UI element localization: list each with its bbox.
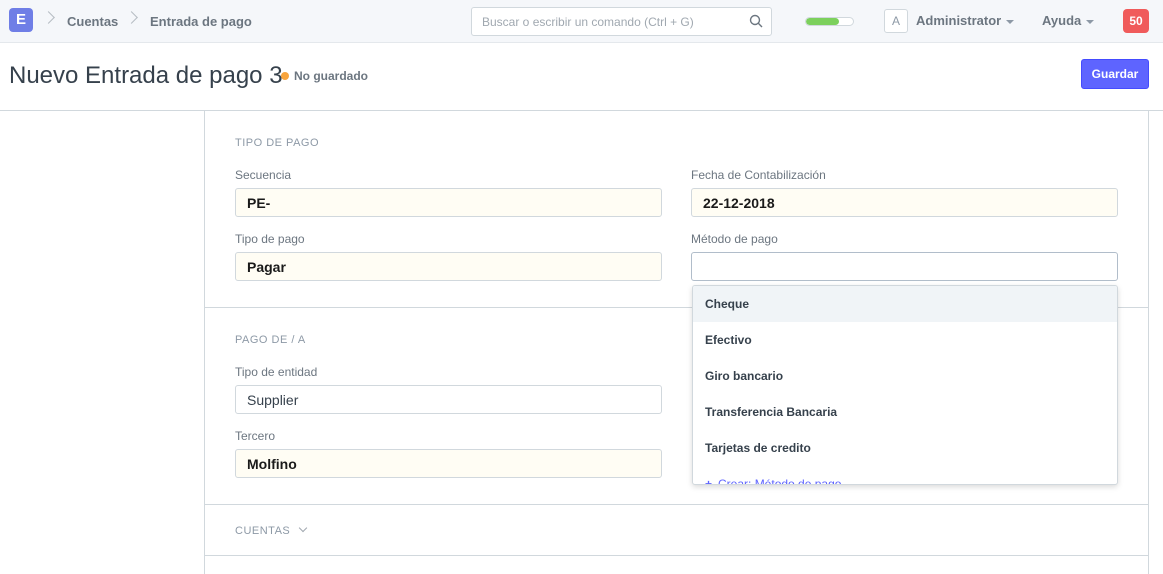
search-placeholder: Buscar o escribir un comando (Ctrl + G) (482, 15, 694, 29)
navbar: E Cuentas Entrada de pago Buscar o escri… (0, 0, 1163, 43)
help-menu-label: Ayuda (1042, 13, 1082, 28)
dropdown-create-label: Crear: Método de pago (718, 477, 842, 485)
app-logo[interactable]: E (9, 8, 33, 32)
fecha-contabilizacion-field[interactable]: 22-12-2018 (691, 188, 1118, 217)
avatar[interactable]: A (884, 9, 908, 33)
notification-badge[interactable]: 50 (1123, 9, 1149, 33)
plus-icon: + (705, 477, 713, 485)
dropdown-option-efectivo[interactable]: Efectivo (693, 322, 1117, 358)
search-input[interactable]: Buscar o escribir un comando (Ctrl + G) (471, 7, 772, 36)
tercero-label: Tercero (235, 429, 276, 443)
tipo-de-entidad-label: Tipo de entidad (235, 365, 318, 379)
tercero-field[interactable]: Molfino (235, 449, 662, 478)
tipo-de-pago-label: Tipo de pago (235, 232, 305, 246)
save-button[interactable]: Guardar (1081, 59, 1149, 89)
caret-down-icon (1006, 19, 1015, 24)
secuencia-field[interactable]: PE- (235, 188, 662, 217)
section-heading-pago-de-a: PAGO DE / A (235, 334, 306, 346)
progress-fill (806, 18, 839, 25)
dropdown-option-giro-bancario[interactable]: Giro bancario (693, 358, 1117, 394)
user-menu[interactable]: Administrator (916, 13, 1015, 28)
metodo-de-pago-field[interactable] (691, 252, 1118, 281)
dropdown-option-tarjetas-de-credito[interactable]: Tarjetas de credito (693, 430, 1117, 466)
dropdown-option-transferencia-bancaria[interactable]: Transferencia Bancaria (693, 394, 1117, 430)
dropdown-create-option[interactable]: + Crear: Método de pago (693, 466, 1117, 485)
section-divider (204, 504, 1149, 505)
unsaved-indicator-dot (281, 72, 289, 80)
chevron-right-icon (42, 11, 55, 24)
section-divider (204, 555, 1149, 556)
help-menu[interactable]: Ayuda (1042, 13, 1095, 28)
secuencia-label: Secuencia (235, 168, 292, 182)
user-menu-label: Administrator (916, 13, 1002, 28)
chevron-down-icon (299, 523, 308, 533)
chevron-right-icon (125, 11, 138, 24)
dropdown-option-cheque[interactable]: Cheque (693, 286, 1117, 322)
metodo-de-pago-label: Método de pago (691, 232, 778, 246)
tipo-de-entidad-field[interactable]: Supplier (235, 385, 662, 414)
search-icon[interactable] (749, 14, 763, 28)
metodo-de-pago-dropdown: Cheque Efectivo Giro bancario Transferen… (692, 285, 1118, 485)
section-heading-cuentas[interactable]: CUENTAS (235, 523, 308, 537)
breadcrumb-cuentas[interactable]: Cuentas (67, 14, 118, 29)
page-title: Nuevo Entrada de pago 3 (9, 62, 283, 89)
setup-progress-bar[interactable] (805, 17, 854, 26)
section-heading-cuentas-label: CUENTAS (235, 525, 291, 537)
section-heading-tipo-de-pago: TIPO DE PAGO (235, 137, 320, 149)
fecha-contabilizacion-label: Fecha de Contabilización (691, 168, 826, 182)
breadcrumb-entrada-de-pago[interactable]: Entrada de pago (150, 14, 252, 29)
tipo-de-pago-field[interactable]: Pagar (235, 252, 662, 281)
status-badge: No guardado (294, 69, 368, 83)
caret-down-icon (1086, 19, 1095, 24)
